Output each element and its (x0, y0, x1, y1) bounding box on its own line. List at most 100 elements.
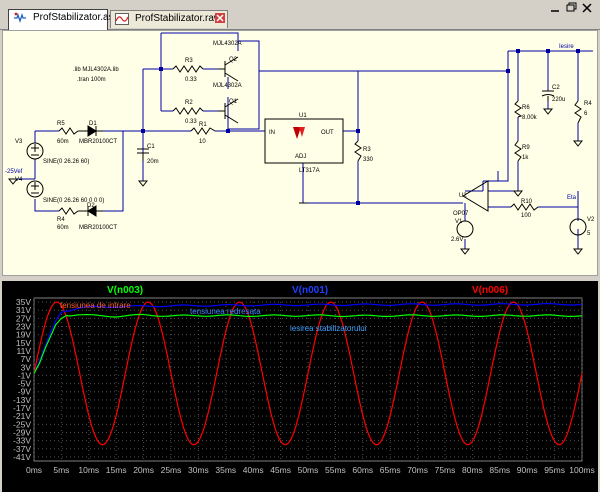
components (26, 56, 587, 238)
x-tick-label: 60ms (352, 465, 373, 475)
close-window-icon[interactable] (580, 2, 594, 14)
x-tick-label: 55ms (325, 465, 346, 475)
d2-model: MBR20100CT (79, 225, 117, 231)
r4-name: R4 (57, 217, 65, 223)
u1-model: LT317A (299, 168, 320, 174)
directive-tran: .tran 100m (77, 77, 106, 83)
u1-pin-out: OUT (321, 130, 334, 136)
r10-name: R10 (521, 199, 533, 205)
diode-d1-symbol (78, 125, 103, 137)
net-label-out: Iesire (559, 44, 574, 50)
r10-value: 100 (521, 213, 532, 219)
x-tick-label: 40ms (243, 465, 264, 475)
r6-value: 8.00k (522, 115, 538, 121)
r2-value: 0.33 (185, 119, 197, 125)
tab-label: ProfStabilizator.raw (135, 13, 222, 24)
q1-name: Q1 (229, 99, 238, 105)
schematic-canvas: .lib MJL4302A.lib .tran 100m Iesire -25V… (5, 32, 595, 255)
x-tick-label: 35ms (215, 465, 236, 475)
resistor-r4b-symbol (574, 100, 582, 124)
u2-name: U2 (459, 193, 467, 199)
q2-name: Q2 (229, 57, 238, 63)
x-tick-label: 45ms (270, 465, 291, 475)
restore-icon[interactable] (564, 2, 578, 14)
r3b-name: R3 (363, 147, 371, 153)
r3-value: 0.33 (185, 77, 197, 83)
resistor-r2-symbol (172, 107, 204, 115)
v3-value: SINE(0 26.26 60) (43, 159, 89, 165)
x-axis-labels: 0ms 5ms 10ms 15ms 20ms 25ms 30ms 35ms 40ms 45ms 50… (26, 465, 595, 475)
schematic-icon (14, 12, 26, 24)
d1-name: D1 (89, 121, 97, 127)
c2-name: C2 (552, 85, 560, 91)
u2-model: OP07 (453, 211, 469, 217)
x-tick-label: 15ms (106, 465, 127, 475)
r4b-value: 6 (584, 111, 588, 117)
trace-label-n001[interactable]: V(n001) (292, 285, 328, 296)
waveform-icon (115, 13, 129, 25)
r9-name: R9 (522, 145, 530, 151)
annotation-rectified: tensiunea redresata (190, 307, 261, 316)
x-tick-label: 5ms (53, 465, 69, 475)
trace-label-n003[interactable]: V(n003) (107, 285, 143, 296)
x-tick-label: 95ms (544, 465, 565, 475)
resistor-r1-symbol (190, 127, 216, 135)
opamp-u2-symbol (462, 180, 489, 212)
x-tick-label: 10ms (78, 465, 99, 475)
net-label-in: -25Vef (5, 169, 23, 175)
plot-grid (33, 297, 583, 462)
u1-pin-in: IN (269, 130, 275, 136)
directive-lib: .lib MJL4302A.lib (73, 67, 119, 73)
r3b-value: 330 (363, 157, 374, 163)
tab-bar: ProfStabilizator.asc ProfStabilizator.ra… (0, 0, 600, 30)
tab-schematic[interactable]: ProfStabilizator.asc (8, 9, 119, 30)
r9-value: 1k (522, 155, 529, 161)
ltspice-window: ProfStabilizator.asc ProfStabilizator.ra… (0, 0, 600, 492)
r4b-name: R4 (584, 101, 592, 107)
q2-model: MJL4302A (213, 41, 242, 47)
d1-model: MBR20100CT (79, 139, 117, 145)
waveform-plot: 35V31V27V23V19V15V11V7V3V-1V-5V-9V-13V-1… (13, 285, 595, 475)
r1-name: R1 (199, 122, 207, 128)
tab-waveform[interactable]: ProfStabilizator.raw (110, 10, 228, 28)
net-label-eta: Eta (567, 195, 577, 201)
u1-pin-adj: ADJ (295, 154, 306, 160)
v1-name: V1 (455, 219, 463, 225)
u1-name: U1 (299, 113, 307, 119)
y-tick-label: -41V (13, 452, 31, 462)
v4-name: V4 (15, 177, 23, 183)
annotation-output: iesirea stabilizatorului (290, 324, 367, 333)
waveform-viewer[interactable]: 35V 31V 27V 23V 19V 15V 11V 7V 3V -1V -5V -9V -13V -1… (2, 281, 598, 492)
tab-label: ProfStabilizator.asc (33, 12, 119, 23)
x-tick-label: 50ms (298, 465, 319, 475)
minimize-icon[interactable] (548, 2, 562, 14)
resistor-r5-symbol (58, 127, 79, 135)
trace-label-n006[interactable]: V(n006) (472, 285, 508, 296)
r3-name: R3 (185, 58, 193, 64)
x-tick-label: 75ms (435, 465, 456, 475)
r5-value: 60m (57, 139, 69, 145)
d2-name: D2 (87, 203, 95, 209)
y-axis-labels: 35V31V27V23V19V15V11V7V3V-1V-5V-9V-13V-1… (13, 297, 31, 462)
r2-name: R2 (185, 100, 193, 106)
v4-value: SINE(0 26.26 60 0 0 0) (43, 198, 104, 204)
resistor-r6-symbol (514, 100, 523, 118)
v1-value: 2.6V (451, 237, 463, 243)
x-tick-label: 30ms (188, 465, 209, 475)
x-tick-label: 25ms (161, 465, 182, 475)
schematic-editor[interactable]: .lib MJL4302A.lib .tran 100m Iesire -25V… (2, 30, 598, 276)
r1-value: 10 (199, 139, 206, 145)
x-tick-label: 65ms (380, 465, 401, 475)
x-tick-label: 70ms (407, 465, 428, 475)
resistor-r4-symbol (58, 207, 79, 215)
c1-value: 20m (147, 159, 159, 165)
annotation-input: tensiunea de intrare (60, 301, 131, 310)
c2-value: 220u (552, 97, 565, 103)
x-tick-label: 20ms (133, 465, 154, 475)
resistor-r3-symbol (172, 65, 204, 73)
v3-name: V3 (15, 139, 23, 145)
x-tick-label: 100ms (569, 465, 595, 475)
close-icon[interactable] (215, 13, 225, 23)
v2-value: 5 (587, 231, 591, 237)
v2-name: V2 (587, 217, 595, 223)
